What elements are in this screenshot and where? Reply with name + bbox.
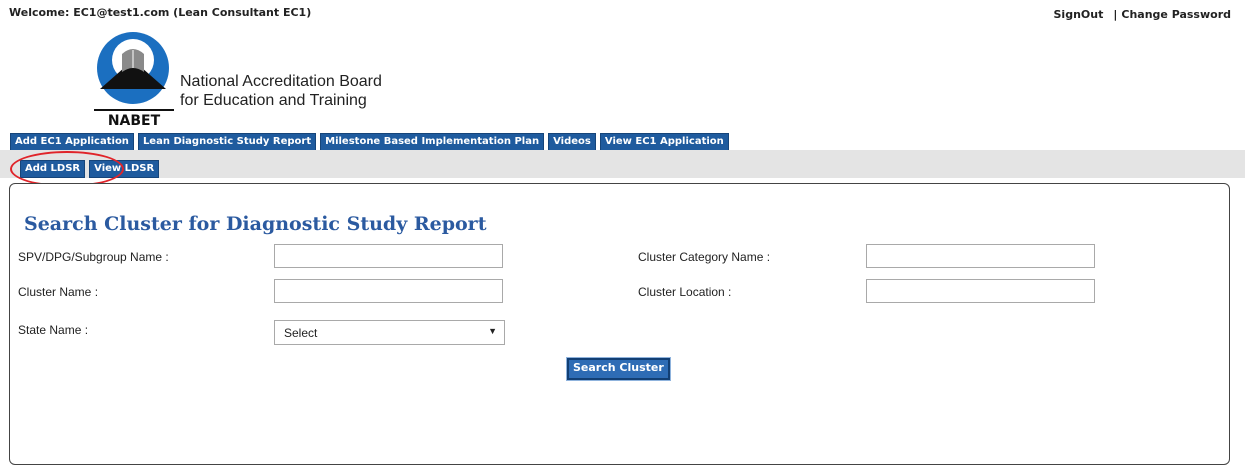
highlight-annotation xyxy=(10,151,124,187)
tab-add-ec1-application[interactable]: Add EC1 Application xyxy=(10,133,134,151)
tab-milestone-implementation-plan[interactable]: Milestone Based Implementation Plan xyxy=(320,133,545,151)
cluster-name-label: Cluster Name : xyxy=(18,285,99,299)
link-separator: | xyxy=(1113,8,1118,21)
tab-view-ec1-application[interactable]: View EC1 Application xyxy=(599,133,729,151)
org-name-line1: National Accreditation Board xyxy=(180,73,382,90)
cluster-category-input[interactable] xyxy=(866,244,1095,268)
cluster-category-label: Cluster Category Name : xyxy=(638,250,771,264)
nabet-logo: NABET xyxy=(94,32,174,129)
organization-name: National Accreditation Board for Educati… xyxy=(180,72,382,110)
welcome-text: Welcome: EC1@test1.com (Lean Consultant … xyxy=(9,6,312,19)
tab-lean-diagnostic-study-report[interactable]: Lean Diagnostic Study Report xyxy=(137,133,317,151)
chevron-down-icon: ▼ xyxy=(488,326,497,336)
spv-name-input[interactable] xyxy=(274,244,503,268)
account-links: SignOut | Change Password xyxy=(1054,8,1232,21)
change-password-link[interactable]: Change Password xyxy=(1121,8,1231,21)
tab-videos[interactable]: Videos xyxy=(548,133,596,151)
search-cluster-button[interactable]: Search Cluster xyxy=(566,357,671,381)
signout-link[interactable]: SignOut xyxy=(1054,8,1104,21)
org-name-line2: for Education and Training xyxy=(180,92,367,109)
cluster-location-label: Cluster Location : xyxy=(638,285,732,299)
state-name-select[interactable]: Select ▼ xyxy=(274,320,505,345)
cluster-name-input[interactable] xyxy=(274,279,503,303)
page-title: Search Cluster for Diagnostic Study Repo… xyxy=(24,213,487,235)
main-nav: Add EC1 Application Lean Diagnostic Stud… xyxy=(10,133,729,151)
state-name-label: State Name : xyxy=(18,323,89,337)
spv-label: SPV/DPG/Subgroup Name : xyxy=(18,250,169,264)
logo-lettering: NABET xyxy=(108,113,161,129)
state-selected-value: Select xyxy=(284,326,318,340)
cluster-location-input[interactable] xyxy=(866,279,1095,303)
sub-nav-bar xyxy=(0,150,1245,178)
